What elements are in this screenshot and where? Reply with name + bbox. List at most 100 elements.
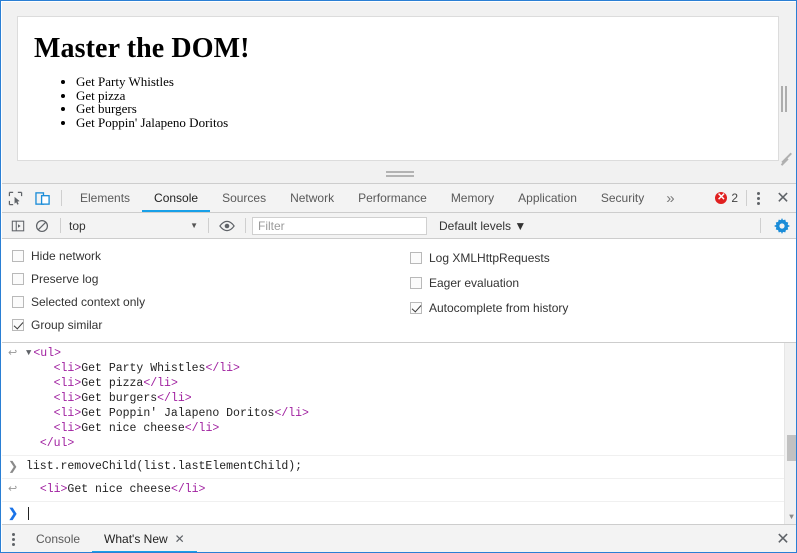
input-prompt-icon: ❯ [8, 506, 19, 520]
tab-memory[interactable]: Memory [439, 184, 506, 212]
viewport-devtools-splitter[interactable] [2, 166, 796, 184]
inspect-element-icon[interactable] [2, 184, 29, 212]
setting-autocomplete-from-history[interactable]: Autocomplete from history [410, 295, 796, 320]
drawer-tab-whats-new[interactable]: What's New ✕ [92, 525, 197, 552]
console-input-row[interactable]: ❯ [2, 502, 784, 524]
checkbox-icon[interactable] [12, 273, 24, 286]
log-line: ❯ list.removeChild(list.lastElementChild… [2, 459, 784, 474]
console-sidebar-icon[interactable] [6, 214, 30, 238]
window-resize-grip[interactable] [779, 149, 793, 166]
device-toolbar-icon[interactable] [29, 184, 56, 212]
log-gutter [8, 391, 26, 406]
log-line: <li> Get Poppin' Jalapeno Doritos </li> [2, 406, 784, 421]
setting-selected-context-only[interactable]: Selected context only [12, 291, 402, 314]
setting-log-xmlhttprequests[interactable]: Log XMLHttpRequests [410, 245, 796, 270]
log-gutter [8, 436, 26, 451]
list-item: Get pizza [76, 88, 778, 103]
drawer-tab-console[interactable]: Console [24, 525, 92, 552]
error-icon: ✕ [715, 192, 728, 204]
log-line: <li> Get Party Whistles </li> [2, 361, 784, 376]
tab-elements[interactable]: Elements [68, 184, 142, 212]
console-settings-pane: Hide network Preserve log Selected conte… [2, 239, 796, 343]
filter-input[interactable] [252, 216, 427, 235]
chevron-down-icon: ▼ [190, 221, 198, 230]
close-drawer-icon[interactable]: ✕ [769, 525, 796, 552]
log-gutter [8, 421, 26, 436]
tab-security[interactable]: Security [589, 184, 656, 212]
checkbox-icon[interactable] [12, 250, 24, 263]
setting-hide-network[interactable]: Hide network [12, 245, 402, 268]
tab-console[interactable]: Console [142, 184, 211, 212]
log-line: </ul> [2, 436, 784, 451]
li-open-tag: <li> [53, 407, 82, 420]
error-count-badge[interactable]: ✕ 2 [711, 184, 746, 212]
li-close-tag: </li> [143, 377, 178, 390]
tab-performance[interactable]: Performance [346, 184, 439, 212]
console-command-entry[interactable]: ❯ list.removeChild(list.lastElementChild… [2, 456, 784, 479]
tab-network[interactable]: Network [278, 184, 346, 212]
close-icon[interactable]: ✕ [175, 532, 185, 546]
li-text: Get nice cheese [67, 483, 171, 496]
setting-label: Hide network [31, 249, 102, 264]
console-toolbar-divider-2 [208, 218, 209, 233]
checkbox-icon[interactable] [12, 318, 24, 331]
tab-application[interactable]: Application [506, 184, 589, 212]
result-arrow-icon: ↩ [8, 347, 18, 359]
checkbox-icon[interactable] [410, 301, 422, 314]
log-levels-dropdown[interactable]: Default levels ▼ [439, 219, 526, 233]
setting-group-similar[interactable]: Group similar [12, 313, 402, 336]
li-text: Get nice cheese [81, 422, 185, 435]
console-toolbar-divider-3 [245, 218, 246, 233]
drawer-tab-label: What's New [104, 532, 168, 546]
checkbox-icon[interactable] [12, 295, 24, 308]
li-text: Get Party Whistles [81, 362, 206, 375]
drawer-tabbar: Console What's New ✕ ✕ [2, 524, 796, 552]
console-toolbar-divider [60, 218, 61, 233]
checkbox-icon[interactable] [410, 276, 422, 289]
drawer-spacer [197, 525, 769, 552]
more-tabs-icon[interactable]: » [656, 184, 684, 212]
log-gutter [8, 361, 26, 376]
console-log-area[interactable]: ↩ ▼ <ul> <li> Get Party Whistles </li> <li… [2, 343, 796, 524]
clear-console-icon[interactable] [30, 214, 54, 238]
drawer-menu-icon[interactable] [2, 525, 24, 552]
list-item: Get burgers [76, 102, 778, 116]
li-open-tag: <li> [53, 362, 82, 375]
viewport-resize-handle[interactable] [780, 86, 788, 112]
close-devtools-icon[interactable]: ✕ [769, 184, 796, 212]
error-count-label: 2 [731, 191, 738, 205]
li-close-tag: </li> [274, 407, 309, 420]
more-options-icon[interactable] [747, 184, 769, 212]
devtools-panel: Elements Console Sources Network Perform… [2, 184, 796, 552]
setting-eager-evaluation[interactable]: Eager evaluation [410, 270, 796, 295]
setting-preserve-log[interactable]: Preserve log [12, 268, 402, 291]
setting-label: Preserve log [31, 272, 99, 287]
console-result-li[interactable]: ↩ <li> Get nice cheese </li> [2, 479, 784, 502]
gear-icon[interactable] [767, 214, 796, 238]
splitter-grip-icon[interactable] [385, 171, 414, 179]
execution-context-value: top [69, 218, 86, 233]
list-item: Get Party Whistles [76, 75, 778, 89]
execution-context-dropdown[interactable]: top ▼ [67, 219, 202, 233]
scroll-down-icon[interactable]: ▼ [785, 513, 796, 522]
log-line: <li> Get burgers </li> [2, 391, 784, 406]
rendered-page: Master the DOM! Get Party Whistles Get p… [17, 16, 779, 161]
tab-sources[interactable]: Sources [210, 184, 278, 212]
checkbox-icon[interactable] [410, 251, 422, 264]
toolbar-divider [61, 190, 62, 206]
setting-label: Autocomplete from history [429, 300, 569, 315]
expand-triangle-icon[interactable]: ▼ [26, 346, 31, 361]
scrollbar-thumb[interactable] [787, 435, 796, 461]
page-viewport: Master the DOM! Get Party Whistles Get p… [2, 2, 796, 166]
setting-label: Eager evaluation [429, 275, 520, 290]
console-scrollbar[interactable]: ▼ [784, 343, 796, 524]
li-text: Get pizza [81, 377, 144, 390]
li-open-tag: <li> [39, 483, 68, 496]
prompt-arrow-icon: ❯ [8, 459, 19, 473]
console-result-ul[interactable]: ↩ ▼ <ul> <li> Get Party Whistles </li> <li… [2, 343, 784, 456]
li-close-tag: </li> [205, 362, 240, 375]
li-close-tag: </li> [157, 392, 192, 405]
eye-icon[interactable] [215, 214, 239, 238]
console-log-scroll: ↩ ▼ <ul> <li> Get Party Whistles </li> <li… [2, 343, 784, 524]
